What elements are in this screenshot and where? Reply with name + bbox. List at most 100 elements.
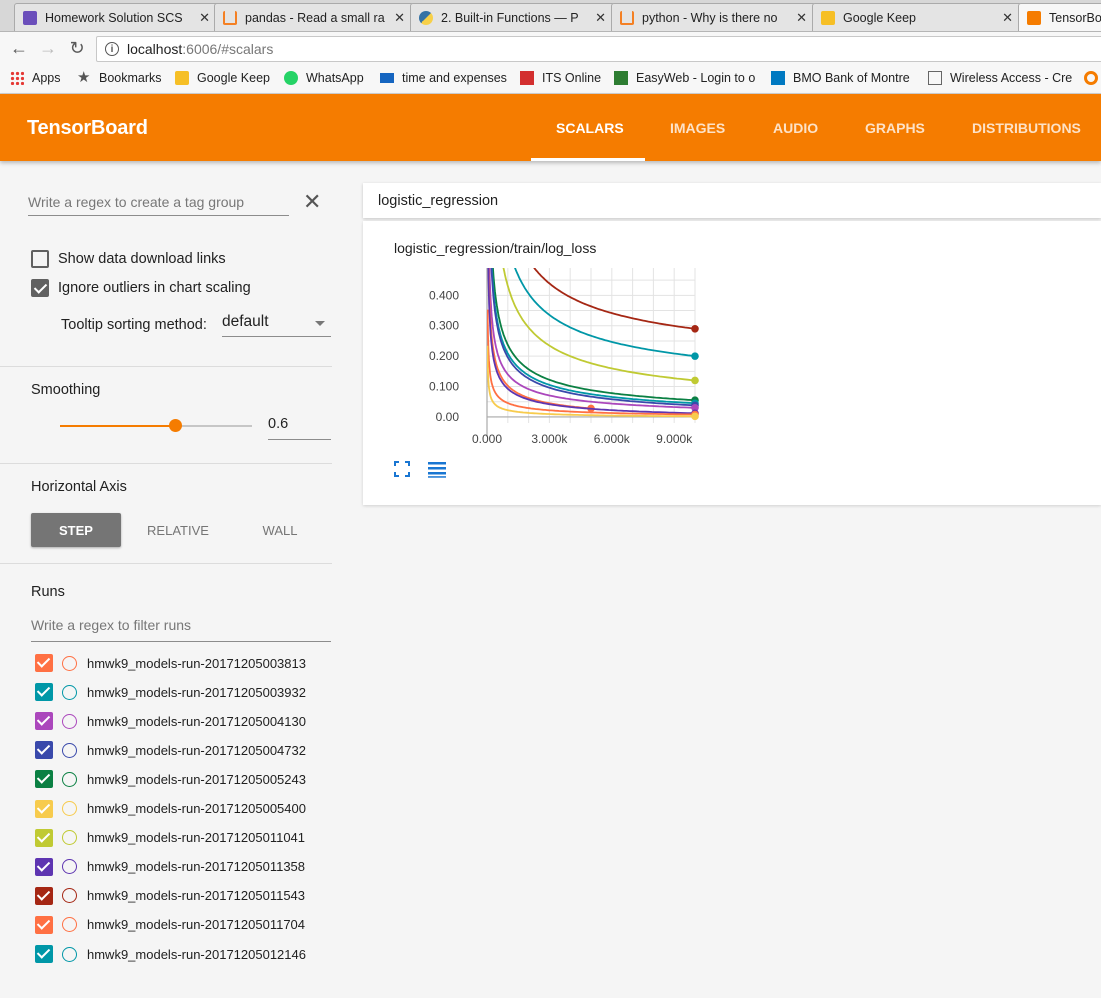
bookmark-google-keep[interactable]: Google Keep — [175, 71, 270, 85]
run-checkbox[interactable] — [35, 828, 53, 847]
run-checkbox[interactable] — [35, 683, 53, 702]
run-item[interactable]: hmwk9_models-run-20171205011704 — [35, 915, 305, 935]
run-radio[interactable] — [62, 655, 77, 671]
bookmark-whatsapp[interactable]: WhatsApp — [284, 71, 364, 85]
tag-regex-input[interactable]: Write a regex to create a tag group — [28, 192, 289, 216]
tag-group-header[interactable]: logistic_regression — [363, 183, 1101, 218]
bookmark-bmo[interactable]: BMO Bank of Montre — [771, 71, 910, 85]
run-radio[interactable] — [62, 888, 77, 904]
info-icon[interactable]: i — [105, 42, 119, 56]
bookmark-bookmarks[interactable]: ★ Bookmarks — [77, 70, 162, 85]
run-label: hmwk9_models-run-20171205011041 — [87, 830, 306, 846]
run-radio[interactable] — [62, 742, 77, 758]
run-item[interactable]: hmwk9_models-run-20171205005400 — [35, 799, 306, 819]
browser-tab-pandas[interactable]: pandas - Read a small ra ✕ — [214, 3, 414, 31]
chevron-down-icon — [315, 321, 325, 326]
checkbox-show-download-links[interactable] — [31, 250, 49, 268]
close-icon[interactable]: ✕ — [796, 10, 807, 26]
run-item[interactable]: hmwk9_models-run-20171205004732 — [35, 740, 306, 760]
run-checkbox[interactable] — [35, 857, 53, 876]
tab-title: python - Why is there no — [642, 11, 778, 25]
run-radio[interactable] — [62, 713, 77, 729]
run-item[interactable]: hmwk9_models-run-20171205012146 — [35, 944, 306, 964]
smoothing-slider[interactable] — [60, 419, 252, 432]
bookmark-label: BMO Bank of Montre — [793, 71, 910, 85]
run-radio[interactable] — [62, 771, 77, 787]
bookmark-its-online[interactable]: ITS Online — [520, 71, 601, 85]
bmo-icon — [771, 71, 785, 85]
browser-tab-keep[interactable]: Google Keep ✕ — [812, 3, 1022, 31]
url-input[interactable]: i localhost:6006/#scalars — [96, 36, 1101, 62]
tab-images[interactable]: IMAGES — [670, 120, 725, 136]
show-download-links-option[interactable]: Show data download links — [31, 250, 226, 268]
bookmark-label: WhatsApp — [306, 71, 364, 85]
run-label: hmwk9_models-run-20171205003813 — [87, 655, 306, 671]
run-item[interactable]: hmwk9_models-run-20171205005243 — [35, 769, 306, 789]
bookmark-wireless-access[interactable]: Wireless Access - Cre — [928, 71, 1072, 85]
forward-icon[interactable]: → — [37, 37, 59, 59]
run-item[interactable]: hmwk9_models-run-20171205011041 — [35, 828, 305, 848]
runs-title: Runs — [31, 584, 65, 600]
close-icon[interactable]: ✕ — [1002, 10, 1013, 26]
run-checkbox[interactable] — [35, 886, 53, 905]
run-radio[interactable] — [62, 830, 77, 846]
tooltip-sorting-select[interactable]: default — [222, 313, 331, 337]
bookmark-apps[interactable]: Apps — [10, 71, 61, 85]
toggle-log-scale-icon[interactable] — [427, 459, 447, 479]
run-item[interactable]: hmwk9_models-run-20171205011358 — [35, 857, 305, 877]
axis-wall-button[interactable]: WALL — [235, 513, 325, 547]
run-checkbox[interactable] — [35, 712, 53, 731]
bookmark-overflow[interactable] — [1084, 71, 1101, 85]
divider — [0, 463, 332, 464]
ignore-outliers-option[interactable]: Ignore outliers in chart scaling — [31, 279, 251, 297]
bookmark-label: Google Keep — [197, 71, 270, 85]
run-checkbox[interactable] — [35, 741, 53, 760]
form-icon — [23, 11, 37, 25]
series-line — [533, 268, 695, 330]
smoothing-input[interactable]: 0.6 — [268, 416, 331, 440]
tab-graphs[interactable]: GRAPHS — [865, 120, 925, 136]
run-item[interactable]: hmwk9_models-run-20171205003813 — [35, 653, 306, 673]
run-radio[interactable] — [62, 801, 77, 816]
run-label: hmwk9_models-run-20171205011358 — [87, 859, 306, 875]
tab-scalars[interactable]: SCALARS — [556, 120, 624, 136]
bookmark-time-expenses[interactable]: time and expenses — [380, 71, 507, 85]
x-tick-label: 0.000 — [472, 432, 502, 446]
checkbox-ignore-outliers[interactable] — [31, 279, 49, 297]
slider-knob[interactable] — [169, 419, 183, 432]
reload-icon[interactable]: ↻ — [66, 37, 88, 59]
close-icon[interactable]: ✕ — [394, 10, 405, 26]
tab-audio[interactable]: AUDIO — [773, 120, 818, 136]
series-line — [490, 268, 695, 405]
fullscreen-icon[interactable] — [392, 459, 412, 479]
run-checkbox[interactable] — [35, 770, 53, 789]
browser-tab-so-python[interactable]: python - Why is there no ✕ — [611, 3, 816, 31]
back-icon[interactable]: ← — [8, 37, 30, 59]
run-checkbox[interactable] — [35, 945, 53, 963]
run-checkbox[interactable] — [35, 915, 53, 934]
run-checkbox[interactable] — [35, 799, 53, 818]
smoothing-title: Smoothing — [31, 382, 101, 398]
close-icon[interactable]: ✕ — [199, 10, 210, 26]
y-tick-label: 0.400 — [429, 288, 459, 302]
browser-tab-homework[interactable]: Homework Solution SCS ✕ — [14, 3, 219, 31]
runs-filter-input[interactable]: Write a regex to filter runs — [31, 617, 331, 642]
browser-tab-tensorboard[interactable]: TensorBo — [1018, 3, 1101, 31]
tab-distributions[interactable]: DISTRIBUTIONS — [972, 120, 1081, 136]
run-item[interactable]: hmwk9_models-run-20171205011543 — [35, 886, 305, 906]
close-icon[interactable]: ✕ — [595, 10, 606, 26]
run-item[interactable]: hmwk9_models-run-20171205004130 — [35, 711, 306, 731]
axis-step-button[interactable]: STEP — [31, 513, 121, 547]
browser-tab-python-docs[interactable]: 2. Built-in Functions — P ✕ — [410, 3, 615, 31]
close-icon[interactable]: ✕ — [303, 191, 321, 213]
run-checkbox[interactable] — [35, 654, 53, 672]
run-radio[interactable] — [62, 859, 77, 875]
apps-grid-icon — [10, 71, 24, 85]
run-item[interactable]: hmwk9_models-run-20171205003932 — [35, 682, 306, 702]
run-radio[interactable] — [62, 946, 77, 962]
run-radio[interactable] — [62, 684, 77, 700]
axis-relative-button[interactable]: RELATIVE — [133, 513, 223, 547]
bookmark-easyweb[interactable]: EasyWeb - Login to o — [614, 71, 755, 85]
run-radio[interactable] — [62, 917, 77, 933]
loss-chart[interactable]: 0.00 0.100 0.200 0.300 0.400 0.000 3.000k 6.000… — [363, 221, 1101, 505]
